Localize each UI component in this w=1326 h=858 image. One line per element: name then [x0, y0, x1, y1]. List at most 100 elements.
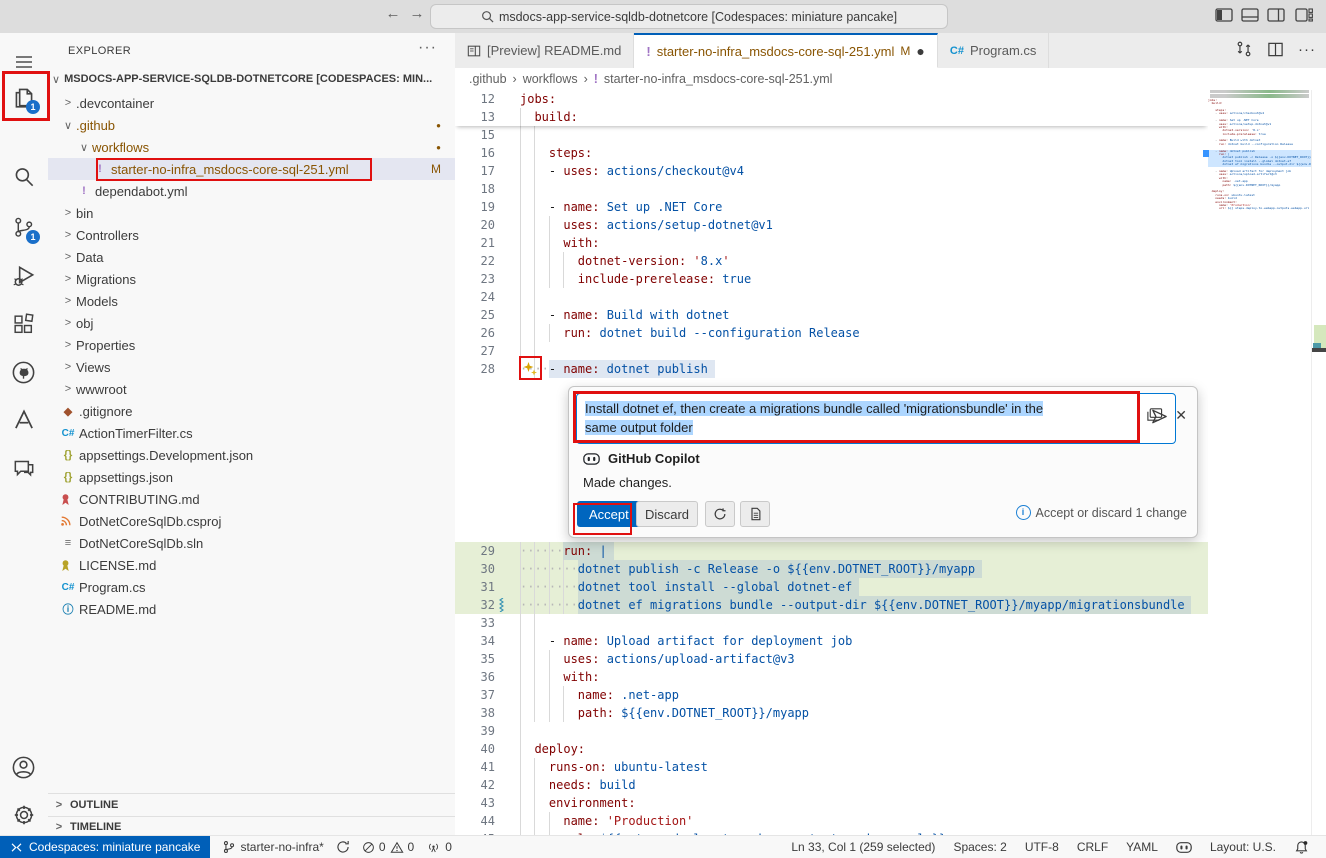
tree-item-Properties[interactable]: >Properties — [48, 334, 455, 356]
extensions-icon[interactable] — [0, 302, 47, 346]
tree-item-.gitignore[interactable]: ◆.gitignore — [48, 400, 455, 422]
tree-item-Views[interactable]: >Views — [48, 356, 455, 378]
breadcrumb[interactable]: .github › workflows › ! starter-no-infra… — [455, 68, 1326, 90]
rerun-button[interactable] — [705, 501, 735, 527]
minimap[interactable]: jobs: build: steps: - uses: actions/chec… — [1208, 90, 1311, 835]
source-control-icon[interactable]: 1 — [0, 205, 47, 249]
overview-ruler[interactable] — [1311, 90, 1326, 835]
back-icon[interactable]: ← — [382, 5, 404, 22]
tree-item-starter-no-infra_msdocs-core-sql-251.yml[interactable]: !starter-no-infra_msdocs-core-sql-251.ym… — [48, 158, 455, 180]
tree-item-appsettings.json[interactable]: {}appsettings.json — [48, 466, 455, 488]
keyboard-layout-status[interactable]: Layout: U.S. — [1201, 836, 1285, 858]
run-debug-icon[interactable] — [0, 254, 47, 298]
source-control-badge: 1 — [26, 230, 40, 244]
tree-item-Controllers[interactable]: >Controllers — [48, 224, 455, 246]
line-number: 32 — [455, 596, 495, 614]
toggle-panel-icon[interactable] — [1240, 6, 1262, 26]
code-line-27: 27 — [455, 342, 1208, 360]
line-number: 17 — [455, 162, 495, 180]
cursor-position[interactable]: Ln 33, Col 1 (259 selected) — [782, 836, 944, 858]
tree-item-appsettings.Development.json[interactable]: {}appsettings.Development.json — [48, 444, 455, 466]
code-line-31: 31········dotnet tool install --global d… — [455, 578, 1208, 596]
tree-item-Program.cs[interactable]: C#Program.cs — [48, 576, 455, 598]
account-icon[interactable] — [0, 745, 47, 789]
code-text: - name: Set up .NET Core — [520, 198, 722, 216]
language-status[interactable]: YAML — [1117, 836, 1167, 858]
split-editor-icon[interactable] — [1267, 41, 1284, 58]
sidebar-more-icon[interactable]: ··· — [418, 39, 437, 57]
sync-status[interactable] — [330, 836, 356, 858]
dirty-dot-icon[interactable]: ● — [916, 46, 924, 56]
customize-layout-icon[interactable] — [1294, 6, 1316, 26]
tree-item-Data[interactable]: >Data — [48, 246, 455, 268]
search-view-icon[interactable] — [0, 155, 47, 199]
branch-status[interactable]: starter-no-infra* — [216, 836, 329, 858]
code-line-15: 15 — [455, 126, 1208, 144]
forward-icon[interactable]: → — [406, 5, 428, 22]
azure-icon[interactable] — [0, 398, 47, 442]
tree-item-DotNetCoreSqlDb.sln[interactable]: ≡DotNetCoreSqlDb.sln — [48, 532, 455, 554]
breadcrumb-file[interactable]: starter-no-infra_msdocs-core-sql-251.yml — [604, 72, 833, 86]
close-icon[interactable]: ✕ — [1175, 407, 1187, 424]
accept-button[interactable]: Accept — [577, 501, 641, 527]
tree-item-Models[interactable]: >Models — [48, 290, 455, 312]
tree-item-dependabot.yml[interactable]: !dependabot.yml — [48, 180, 455, 202]
settings-gear-icon[interactable] — [0, 793, 47, 837]
tree-item-README.md[interactable]: ⓘREADME.md — [48, 598, 455, 620]
whitespace-dots: ········ — [520, 560, 578, 578]
indentation-status[interactable]: Spaces: 2 — [944, 836, 1015, 858]
tree-root[interactable]: ∨ MSDOCS-APP-SERVICE-SQLDB-DOTNETCORE [C… — [52, 68, 451, 90]
tab-workflow-yml[interactable]: ! starter-no-infra_msdocs-core-sql-251.y… — [634, 33, 938, 68]
code-text: runs-on: ubuntu-latest — [520, 758, 708, 776]
copilot-status-icon[interactable] — [1167, 836, 1201, 858]
tree-item-label: .devcontainer — [76, 96, 455, 111]
github-icon[interactable] — [0, 350, 47, 394]
tree-item-obj[interactable]: >obj — [48, 312, 455, 334]
feedback-chat-icon[interactable] — [0, 446, 47, 490]
line-number: 15 — [455, 126, 495, 144]
tree-item-workflows[interactable]: ∨workflows● — [48, 136, 455, 158]
copilot-input[interactable]: Install dotnet ef, then create a migrati… — [576, 393, 1176, 444]
open-in-chat-icon[interactable] — [1146, 407, 1163, 423]
breadcrumb-item[interactable]: .github — [469, 72, 507, 86]
tree-item-ActionTimerFilter.cs[interactable]: C#ActionTimerFilter.cs — [48, 422, 455, 444]
command-center-search[interactable]: msdocs-app-service-sqldb-dotnetcore [Cod… — [430, 4, 948, 29]
tab-program-cs[interactable]: C# Program.cs — [938, 33, 1050, 68]
show-changes-button[interactable] — [740, 501, 770, 527]
code-line-19: 19 - name: Set up .NET Core — [455, 198, 1208, 216]
tab-readme-preview[interactable]: [Preview] README.md — [455, 33, 634, 68]
encoding-status[interactable]: UTF-8 — [1016, 836, 1068, 858]
tree-item-.github[interactable]: ∨.github● — [48, 114, 455, 136]
code-line-18: 18 — [455, 180, 1208, 198]
breadcrumb-item[interactable]: workflows — [523, 72, 578, 86]
discard-button[interactable]: Discard — [636, 501, 698, 527]
tree-item-LICENSE.md[interactable]: LICENSE.md — [48, 554, 455, 576]
notifications-bell-icon[interactable] — [1285, 836, 1318, 858]
outline-section[interactable]: > OUTLINE — [48, 793, 455, 816]
title-bar: ← → msdocs-app-service-sqldb-dotnetcore … — [0, 0, 1326, 34]
tree-item-bin[interactable]: >bin — [48, 202, 455, 224]
toggle-primary-sidebar-icon[interactable] — [1214, 6, 1236, 26]
line-number: 44 — [455, 812, 495, 830]
toggle-secondary-sidebar-icon[interactable] — [1266, 6, 1288, 26]
line-number: 21 — [455, 234, 495, 252]
tree-item-CONTRIBUTING.md[interactable]: CONTRIBUTING.md — [48, 488, 455, 510]
tree-item-label: obj — [76, 316, 455, 331]
timeline-section[interactable]: > TIMELINE — [48, 816, 455, 835]
problems-status[interactable]: 0 0 — [356, 836, 420, 858]
eol-status[interactable]: CRLF — [1068, 836, 1117, 858]
remote-indicator[interactable]: Codespaces: miniature pancake — [0, 836, 210, 858]
editor[interactable]: 15 16 steps:17 - uses: actions/checkout@… — [455, 90, 1208, 835]
tree-item-DotNetCoreSqlDb.csproj[interactable]: DotNetCoreSqlDb.csproj — [48, 510, 455, 532]
search-text: msdocs-app-service-sqldb-dotnetcore [Cod… — [499, 10, 897, 24]
tree-item-.devcontainer[interactable]: >.devcontainer — [48, 92, 455, 114]
ports-status[interactable]: 0 — [420, 836, 458, 858]
tree-item-Migrations[interactable]: >Migrations — [48, 268, 455, 290]
explorer-icon[interactable]: 1 — [0, 75, 47, 119]
tree-item-label: Migrations — [76, 272, 455, 287]
open-changes-icon[interactable] — [1235, 40, 1253, 58]
more-actions-icon[interactable]: ··· — [1298, 41, 1316, 58]
tree-item-wwwroot[interactable]: >wwwroot — [48, 378, 455, 400]
line-number: 27 — [455, 342, 495, 360]
copilot-sparkle-icon[interactable] — [522, 361, 538, 377]
